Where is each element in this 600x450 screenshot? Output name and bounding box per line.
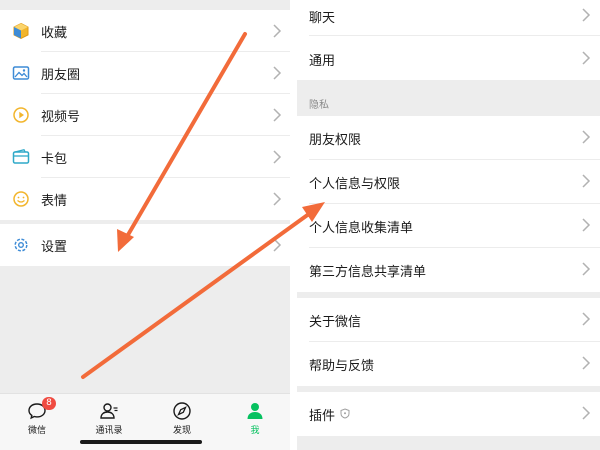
chevron-right-icon (273, 150, 282, 164)
settings-page-panel: 聊天 通用 隐私 朋友权限 个人信息与权限 个人信息收集清单 第三方信息共享清单… (297, 0, 600, 450)
privacy-section-header: 隐私 (309, 100, 329, 111)
chevron-right-icon (582, 356, 591, 370)
chevron-right-icon (273, 238, 282, 252)
settings-item-general[interactable]: 通用 (297, 36, 600, 80)
tab-label: 通讯录 (95, 426, 123, 436)
chevron-right-icon (582, 218, 591, 232)
settings-gear-icon (14, 238, 28, 252)
settings-item-friend-permissions[interactable]: 朋友权限 (297, 116, 600, 160)
settings-item-label: 朋友权限 (309, 133, 362, 148)
favorites-cube-icon (13, 22, 29, 40)
card-wallet-icon (12, 149, 30, 164)
chevron-right-icon (582, 130, 591, 144)
menu-item-label: 表情 (41, 193, 68, 209)
home-indicator (80, 440, 202, 444)
chevron-right-icon (582, 174, 591, 188)
chevron-right-icon (273, 192, 282, 206)
sticker-smile-icon (13, 191, 29, 207)
tab-label: 我 (250, 426, 260, 436)
chevron-right-icon (582, 51, 591, 65)
settings-item-personal-info-collection-list[interactable]: 个人信息收集清单 (297, 204, 600, 248)
menu-item-label: 收藏 (41, 25, 68, 41)
tab-chats[interactable]: 8 微信 (1, 394, 73, 450)
chevron-right-icon (582, 406, 591, 420)
settings-item-label: 个人信息与权限 (309, 177, 401, 192)
settings-item-personal-info-permissions[interactable]: 个人信息与权限 (297, 160, 600, 204)
menu-item-settings[interactable]: 设置 (0, 224, 290, 266)
settings-item-about-wechat[interactable]: 关于微信 (297, 298, 600, 342)
menu-item-label: 卡包 (41, 151, 68, 167)
channels-play-icon (13, 107, 29, 123)
contacts-person-icon (100, 403, 118, 419)
tab-me[interactable]: 我 (219, 394, 290, 450)
settings-item-label: 第三方信息共享清单 (309, 265, 427, 280)
menu-item-moments[interactable]: 朋友圈 (0, 52, 290, 94)
chevron-right-icon (582, 8, 591, 22)
settings-item-label: 通用 (309, 54, 336, 69)
menu-item-card-wallet[interactable]: 卡包 (0, 136, 290, 178)
settings-item-label: 帮助与反馈 (309, 359, 375, 374)
chevron-right-icon (273, 66, 282, 80)
menu-item-favorites[interactable]: 收藏 (0, 10, 290, 52)
settings-item-label: 关于微信 (309, 315, 362, 330)
tab-label: 微信 (27, 426, 46, 436)
menu-item-label: 设置 (41, 239, 68, 255)
me-page-panel: 收藏 朋友圈 视频号 卡包 表情 设置 8 微信 通讯录 发现 我 (0, 0, 290, 450)
menu-item-label: 视频号 (41, 109, 81, 125)
unread-badge: 8 (42, 397, 56, 410)
moments-picture-icon (12, 66, 30, 80)
settings-item-third-party-sharing-list[interactable]: 第三方信息共享清单 (297, 248, 600, 292)
settings-item-plugins[interactable]: 插件 (297, 392, 600, 436)
menu-item-label: 朋友圈 (41, 67, 81, 83)
menu-item-channels[interactable]: 视频号 (0, 94, 290, 136)
menu-item-stickers[interactable]: 表情 (0, 178, 290, 220)
settings-item-chats[interactable]: 聊天 (297, 0, 600, 36)
discover-compass-icon (173, 402, 191, 420)
settings-item-help-feedback[interactable]: 帮助与反馈 (297, 342, 600, 386)
chevron-right-icon (273, 24, 282, 38)
settings-item-label: 聊天 (309, 11, 336, 26)
shield-icon (340, 408, 350, 419)
tab-label: 发现 (172, 426, 191, 436)
settings-item-label: 个人信息收集清单 (309, 221, 414, 236)
me-person-icon (247, 403, 263, 419)
chevron-right-icon (582, 312, 591, 326)
chevron-right-icon (273, 108, 282, 122)
chevron-right-icon (582, 262, 591, 276)
settings-item-label: 插件 (309, 409, 336, 424)
